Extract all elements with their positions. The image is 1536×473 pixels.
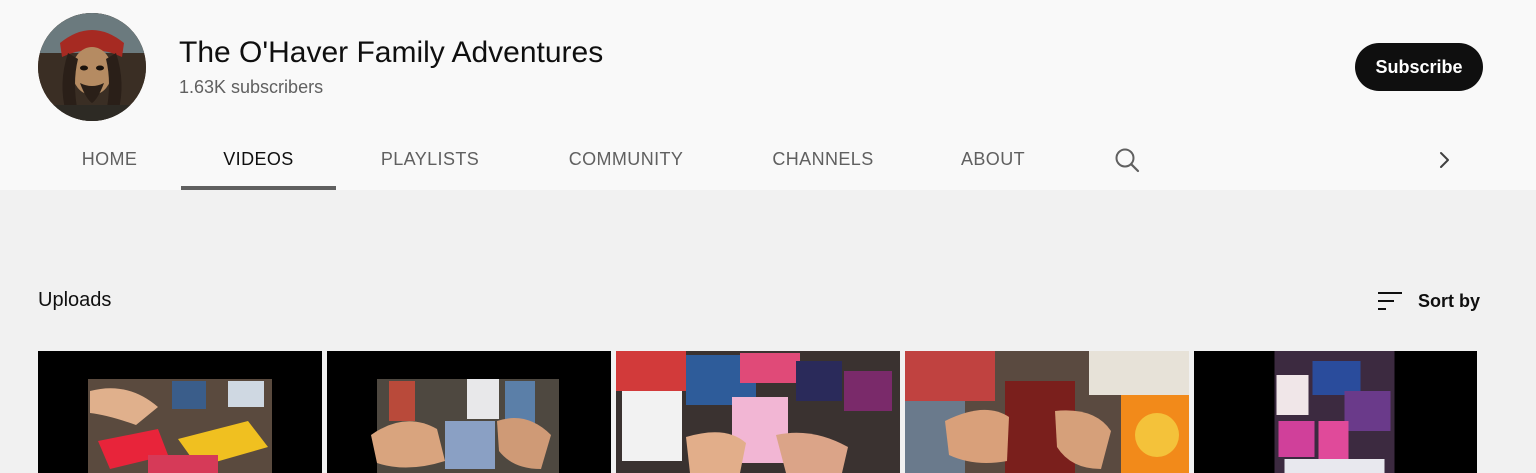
tab-home[interactable]: HOME	[64, 128, 155, 190]
channel-header: The O'Haver Family Adventures 1.63K subs…	[0, 0, 1536, 190]
video-thumbnail[interactable]	[327, 351, 611, 473]
chevron-right-icon[interactable]	[1432, 145, 1458, 175]
tab-channels[interactable]: CHANNELS	[752, 128, 894, 190]
tab-community[interactable]: COMMUNITY	[546, 128, 706, 190]
search-icon[interactable]	[1112, 145, 1142, 175]
pirate-avatar-icon	[38, 13, 146, 121]
video-thumbnail[interactable]	[1194, 351, 1477, 473]
sort-icon	[1378, 292, 1402, 310]
video-thumbnail[interactable]	[905, 351, 1189, 473]
tab-about[interactable]: ABOUT	[940, 128, 1046, 190]
video-thumbnail[interactable]	[38, 351, 322, 473]
subscriber-count: 1.63K subscribers	[179, 77, 324, 97]
channel-avatar[interactable]	[38, 13, 146, 121]
video-thumbnail[interactable]	[616, 351, 900, 473]
channel-name: The O'Haver Family Adventures	[179, 36, 604, 69]
sort-button[interactable]: Sort by	[1376, 286, 1480, 316]
tab-videos[interactable]: VIDEOS	[181, 128, 336, 190]
tab-playlists[interactable]: PLAYLISTS	[360, 128, 500, 190]
channel-tabs: HOME VIDEOS PLAYLISTS COMMUNITY CHANNELS…	[0, 128, 1536, 190]
subscribe-button[interactable]: Subscribe	[1355, 43, 1483, 91]
sort-label: Sort by	[1418, 290, 1481, 311]
section-title: Uploads	[38, 289, 112, 311]
